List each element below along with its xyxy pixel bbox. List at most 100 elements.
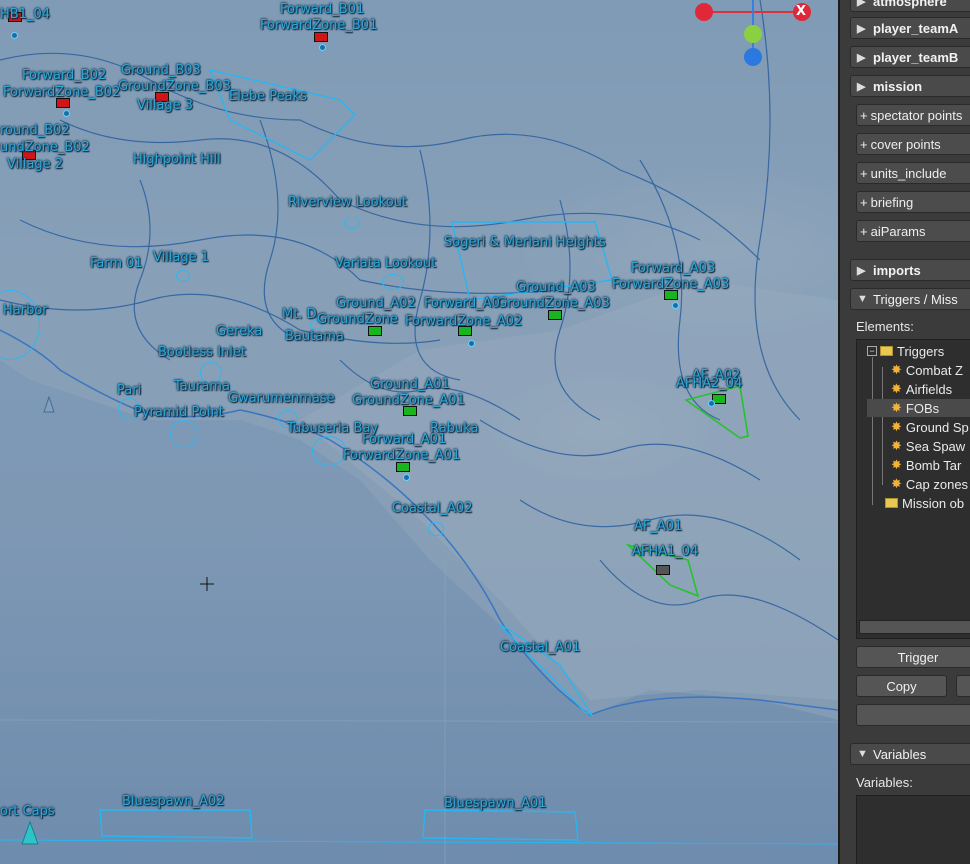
map-label[interactable]: Taurama	[174, 380, 230, 394]
map-label[interactable]: AFHA2_04	[676, 377, 742, 391]
tree-root-triggers[interactable]: − Triggers	[867, 342, 944, 360]
map-label[interactable]: Bootless Inlet	[158, 346, 246, 360]
map-label[interactable]: ForwardZone_A02	[405, 315, 522, 329]
zone-ring[interactable]	[344, 217, 360, 229]
map-label[interactable]: Ground_A01	[370, 378, 450, 392]
trigger-button[interactable]: Trigger	[856, 646, 970, 668]
copy-button[interactable]: Copy	[856, 675, 947, 697]
tree-scrollbar[interactable]	[859, 620, 970, 634]
tree-item-selected[interactable]: ✸ FOBs	[867, 399, 970, 417]
tree-item[interactable]: ✸ Combat Z	[891, 361, 963, 379]
map-label[interactable]: Elebe Peaks	[229, 90, 307, 104]
map-label[interactable]: HB1_04	[0, 8, 50, 22]
map-label[interactable]: Sogeri & Meriani Heights	[444, 236, 606, 250]
map-label[interactable]: Forward_A01	[362, 433, 446, 447]
red-base-marker[interactable]	[314, 32, 328, 42]
marker-cone-icon[interactable]	[42, 396, 56, 414]
map-label[interactable]: Gereka	[216, 325, 262, 339]
map-label[interactable]: Farm 01	[90, 257, 143, 271]
section-player-teamA[interactable]: ▶ player_teamA	[850, 17, 970, 39]
waypoint-dot[interactable]	[11, 32, 18, 39]
map-label[interactable]: Ground_A03	[516, 281, 596, 295]
add-briefing[interactable]: + briefing	[856, 191, 970, 213]
map-label[interactable]: Forward_B01	[280, 3, 364, 17]
zone-ring[interactable]	[176, 270, 190, 282]
map-label[interactable]: ForwardZone_A03	[612, 278, 729, 292]
map-label[interactable]: round_B02	[0, 124, 70, 138]
map-label[interactable]: GroundZone	[317, 313, 398, 327]
second-action-button[interactable]	[956, 675, 970, 697]
map-label[interactable]: ForwardZone_B01	[260, 19, 377, 33]
map-label[interactable]: Coastal_A02	[392, 502, 472, 516]
spawn-cone-icon[interactable]	[20, 820, 40, 848]
section-atmosphere[interactable]: ▶ atmosphere	[850, 0, 970, 12]
map-label[interactable]: AF_A01	[634, 520, 682, 534]
zone-ring[interactable]	[428, 522, 444, 536]
map-label[interactable]: Variata Lookout	[335, 257, 436, 271]
map-viewport[interactable]: HB1_04 Forward_B01 ForwardZone_B01 Forwa…	[0, 0, 838, 864]
map-label[interactable]: GroundZone_A01	[352, 394, 465, 408]
tree-item[interactable]: ✸ Sea Spaw	[891, 437, 965, 455]
zone-ring[interactable]	[170, 420, 198, 448]
section-player-teamB[interactable]: ▶ player_teamB	[850, 46, 970, 68]
tree-item[interactable]: ✸ Ground Sp	[891, 418, 969, 436]
collapse-toggle-icon[interactable]: −	[867, 346, 877, 356]
waypoint-dot[interactable]	[403, 474, 410, 481]
section-triggers[interactable]: ▼ Triggers / Miss	[850, 288, 970, 310]
section-mission[interactable]: ▶ mission	[850, 75, 970, 97]
map-label[interactable]: Gwarumenmase	[228, 392, 335, 406]
map-label[interactable]: AFHA1_04	[632, 545, 698, 559]
map-label[interactable]: ForwardZone_A01	[343, 449, 460, 463]
waypoint-dot[interactable]	[672, 302, 679, 309]
map-label[interactable]: Harbor	[3, 304, 48, 318]
map-label[interactable]: Village 2	[7, 158, 63, 172]
x-axis-label[interactable]: X	[796, 4, 806, 19]
plus-icon: +	[860, 194, 868, 210]
waypoint-dot[interactable]	[468, 340, 475, 347]
tree-item[interactable]: ✸ Cap zones	[891, 475, 968, 493]
map-label[interactable]: Forward_A0	[424, 297, 500, 311]
map-label[interactable]: GroundZone_A03	[497, 297, 610, 311]
map-label[interactable]: Pyramid Point	[134, 406, 224, 420]
airfield-marker[interactable]	[656, 565, 670, 575]
add-cover-points[interactable]: + cover points	[856, 133, 970, 155]
map-label[interactable]: GroundZone_B03	[118, 80, 231, 94]
green-base-marker[interactable]	[368, 326, 382, 336]
map-label[interactable]: Village 3	[137, 99, 193, 113]
add-units-include[interactable]: + units_include	[856, 162, 970, 184]
waypoint-dot[interactable]	[708, 400, 715, 407]
section-imports[interactable]: ▶ imports	[850, 259, 970, 281]
map-label[interactable]: Highpoint Hill	[133, 153, 221, 167]
zone-ring[interactable]	[312, 436, 346, 466]
add-aiParams[interactable]: + aiParams	[856, 220, 970, 242]
zone-ring[interactable]	[382, 274, 404, 290]
section-variables[interactable]: ▼ Variables	[850, 743, 970, 765]
map-label[interactable]: Ground_A02	[336, 297, 416, 311]
map-label[interactable]: Forward_A03	[631, 262, 715, 276]
variables-list[interactable]	[856, 795, 970, 864]
tree-item[interactable]: ✸ Bomb Tar	[891, 456, 961, 474]
trigger-tree[interactable]: − Triggers ✸ Combat Z ✸ Airfields ✸ FOBs…	[856, 339, 970, 639]
map-label[interactable]: Bluespawn_A02	[122, 795, 225, 809]
map-label[interactable]: undZone_B02	[0, 141, 90, 155]
axis-gizmo[interactable]: X	[690, 0, 820, 70]
add-spectator-points[interactable]: + spectator points	[856, 104, 970, 126]
green-base-marker[interactable]	[548, 310, 562, 320]
map-label[interactable]: Coastal_A01	[500, 641, 580, 655]
waypoint-dot[interactable]	[319, 44, 326, 51]
map-label[interactable]: Mt. D	[282, 308, 317, 322]
map-label[interactable]: Forward_B02	[22, 69, 106, 83]
tree-root-mission-objectives[interactable]: Mission ob	[885, 494, 964, 512]
map-label[interactable]: ForwardZone_B02	[3, 86, 120, 100]
tree-item[interactable]: ✸ Airfields	[891, 380, 952, 398]
map-label[interactable]: Riverview Lookout	[288, 196, 407, 210]
map-label[interactable]: Bautama	[285, 330, 344, 344]
map-label[interactable]: Pari	[117, 384, 141, 398]
map-label[interactable]: Ground_B03	[121, 64, 201, 78]
green-base-marker[interactable]	[396, 462, 410, 472]
map-label[interactable]: Village 1	[153, 251, 209, 265]
empty-action-bar[interactable]	[856, 704, 970, 726]
map-label[interactable]: Bluespawn_A01	[444, 797, 547, 811]
waypoint-dot[interactable]	[63, 110, 70, 117]
map-label[interactable]: ort Caps	[0, 805, 55, 819]
